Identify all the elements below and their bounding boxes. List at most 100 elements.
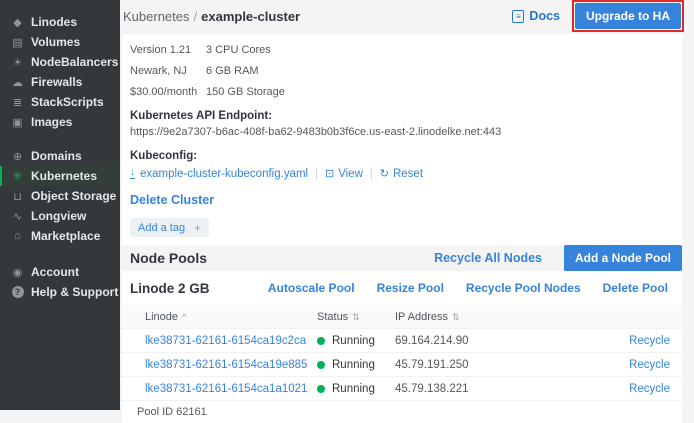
sidebar-item-domains[interactable]: ⊕ Domains xyxy=(0,146,120,166)
divider: | xyxy=(370,168,373,180)
sidebar-item-label: Help & Support xyxy=(31,285,118,299)
upgrade-to-ha-button[interactable]: Upgrade to HA xyxy=(575,3,681,29)
sidebar-item-longview[interactable]: ∿ Longview xyxy=(0,206,120,226)
sidebar-item-firewalls[interactable]: ☁ Firewalls xyxy=(0,72,120,92)
cluster-price: $30.00/month xyxy=(130,86,206,98)
firewalls-icon: ☁ xyxy=(10,76,25,89)
download-icon[interactable]: ↓ xyxy=(130,168,135,179)
column-header-linode[interactable]: Linode^ xyxy=(122,311,317,323)
plus-icon: + xyxy=(194,221,201,235)
sidebar-item-stackscripts[interactable]: ≣ StackScripts xyxy=(0,92,120,112)
account-icon: ◉ xyxy=(10,266,25,279)
sidebar-item-label: Linodes xyxy=(31,15,77,29)
volumes-icon: ▤ xyxy=(10,36,25,49)
docs-link[interactable]: ≡ Docs xyxy=(512,9,560,23)
highlight-box: Upgrade to HA xyxy=(572,0,684,32)
cluster-storage: 150 GB Storage xyxy=(206,86,285,98)
sort-icon[interactable]: ⇅ xyxy=(452,312,460,322)
table-row: lke38731-62161-6154ca1a1021 Running 45.7… xyxy=(122,376,682,400)
cluster-specs: Version 1.21 3 CPU Cores Newark, NJ 6 GB… xyxy=(130,44,285,98)
node-link[interactable]: lke38731-62161-6154ca1a1021 xyxy=(145,383,307,395)
main-content: Kubernetes /example-cluster ≡ Docs Upgrad… xyxy=(120,0,694,410)
divider: | xyxy=(315,168,318,180)
object-storage-icon: ⊔ xyxy=(10,190,25,203)
header-actions: ≡ Docs Upgrade to HA xyxy=(512,0,684,32)
domains-icon: ⊕ xyxy=(10,150,25,163)
sidebar-item-label: Firewalls xyxy=(31,75,82,89)
delete-pool-link[interactable]: Delete Pool xyxy=(603,281,668,295)
recycle-node-link[interactable]: Recycle xyxy=(629,359,670,371)
add-tag-button[interactable]: Add a tag + xyxy=(130,218,209,237)
pool-id-footer: Pool ID 62161 xyxy=(122,400,682,423)
node-link[interactable]: lke38731-62161-6154ca19c2ca xyxy=(145,335,306,347)
sidebar-item-images[interactable]: ▣ Images xyxy=(0,112,120,132)
add-tag-label: Add a tag xyxy=(138,222,185,234)
status-dot-icon xyxy=(317,361,325,369)
sidebar-item-nodebalancers[interactable]: ☀ NodeBalancers xyxy=(0,52,120,72)
sidebar-item-help-support[interactable]: ? Help & Support xyxy=(0,282,120,302)
status-dot-icon xyxy=(317,337,325,345)
resize-pool-link[interactable]: Resize Pool xyxy=(377,281,444,295)
marketplace-icon: ⌂ xyxy=(10,230,25,242)
cluster-ram: 6 GB RAM xyxy=(206,65,285,77)
sidebar-item-account[interactable]: ◉ Account xyxy=(0,262,120,282)
breadcrumb: Kubernetes /example-cluster xyxy=(123,9,300,24)
sidebar-item-label: Marketplace xyxy=(31,229,100,243)
kubeconfig-reset-link[interactable]: Reset xyxy=(393,168,423,180)
node-pools-actions: Recycle All Nodes Add a Node Pool xyxy=(434,245,682,271)
nodebalancers-icon: ☀ xyxy=(10,56,25,69)
sidebar-item-kubernetes[interactable]: ⎈ Kubernetes xyxy=(0,166,120,186)
table-row: lke38731-62161-6154ca19e885 Running 45.7… xyxy=(122,352,682,376)
images-icon: ▣ xyxy=(10,116,25,129)
linode-icon: ◆ xyxy=(10,16,25,29)
sidebar-item-label: Volumes xyxy=(31,35,80,49)
node-status: Running xyxy=(317,335,395,347)
sidebar-item-label: Account xyxy=(31,265,79,279)
sort-asc-icon[interactable]: ^ xyxy=(182,312,186,322)
recycle-pool-nodes-link[interactable]: Recycle Pool Nodes xyxy=(466,281,581,295)
delete-cluster-button[interactable]: Delete Cluster xyxy=(130,193,682,207)
recycle-node-link[interactable]: Recycle xyxy=(629,383,670,395)
sidebar-item-marketplace[interactable]: ⌂ Marketplace xyxy=(0,226,120,246)
node-link[interactable]: lke38731-62161-6154ca19e885 xyxy=(145,359,307,371)
breadcrumb-separator: / xyxy=(194,9,198,24)
node-pool-card: Linode 2 GB Autoscale Pool Resize Pool R… xyxy=(122,271,682,423)
docs-icon: ≡ xyxy=(512,10,524,23)
breadcrumb-current-cluster: example-cluster xyxy=(201,9,300,24)
autoscale-pool-link[interactable]: Autoscale Pool xyxy=(268,281,355,295)
sidebar-item-label: StackScripts xyxy=(31,95,104,109)
api-endpoint-label: Kubernetes API Endpoint: xyxy=(130,110,682,122)
cluster-summary-card: Version 1.21 3 CPU Cores Newark, NJ 6 GB… xyxy=(122,34,682,245)
sidebar-item-label: Kubernetes xyxy=(31,169,97,183)
column-header-status[interactable]: Status⇅ xyxy=(317,311,395,323)
longview-icon: ∿ xyxy=(10,210,25,223)
sidebar-item-label: Longview xyxy=(31,209,86,223)
pool-name: Linode 2 GB xyxy=(130,281,210,296)
column-header-ip[interactable]: IP Address⇅ xyxy=(395,311,567,323)
node-status: Running xyxy=(317,359,395,371)
recycle-node-link[interactable]: Recycle xyxy=(629,335,670,347)
kubeconfig-row: ↓ example-cluster-kubeconfig.yaml | ⊡ Vi… xyxy=(130,167,682,180)
table-row: lke38731-62161-6154ca19c2ca Running 69.1… xyxy=(122,328,682,352)
sort-icon[interactable]: ⇅ xyxy=(352,312,360,322)
sidebar-group-divider xyxy=(0,132,120,146)
kubeconfig-download-link[interactable]: example-cluster-kubeconfig.yaml xyxy=(140,168,308,180)
node-pools-header: Node Pools Recycle All Nodes Add a Node … xyxy=(122,245,682,271)
breadcrumb-kubernetes[interactable]: Kubernetes xyxy=(123,9,190,24)
sidebar-item-object-storage[interactable]: ⊔ Object Storage xyxy=(0,186,120,206)
node-ip: 69.164.214.90 xyxy=(395,335,567,347)
kubeconfig-view-link[interactable]: View xyxy=(338,168,363,180)
cluster-cpu: 3 CPU Cores xyxy=(206,44,285,56)
add-node-pool-button[interactable]: Add a Node Pool xyxy=(564,245,682,271)
node-ip: 45.79.138.221 xyxy=(395,383,567,395)
kubeconfig-label: Kubeconfig: xyxy=(130,150,682,162)
sidebar-item-label: Object Storage xyxy=(31,189,116,203)
page-header: Kubernetes /example-cluster ≡ Docs Upgrad… xyxy=(120,0,694,32)
stackscripts-icon: ≣ xyxy=(10,96,25,109)
recycle-all-nodes-link[interactable]: Recycle All Nodes xyxy=(434,251,542,265)
sidebar-item-linodes[interactable]: ◆ Linodes xyxy=(0,12,120,32)
status-dot-icon xyxy=(317,385,325,393)
docs-label: Docs xyxy=(529,9,560,23)
view-icon: ⊡ xyxy=(325,167,334,180)
sidebar-item-volumes[interactable]: ▤ Volumes xyxy=(0,32,120,52)
